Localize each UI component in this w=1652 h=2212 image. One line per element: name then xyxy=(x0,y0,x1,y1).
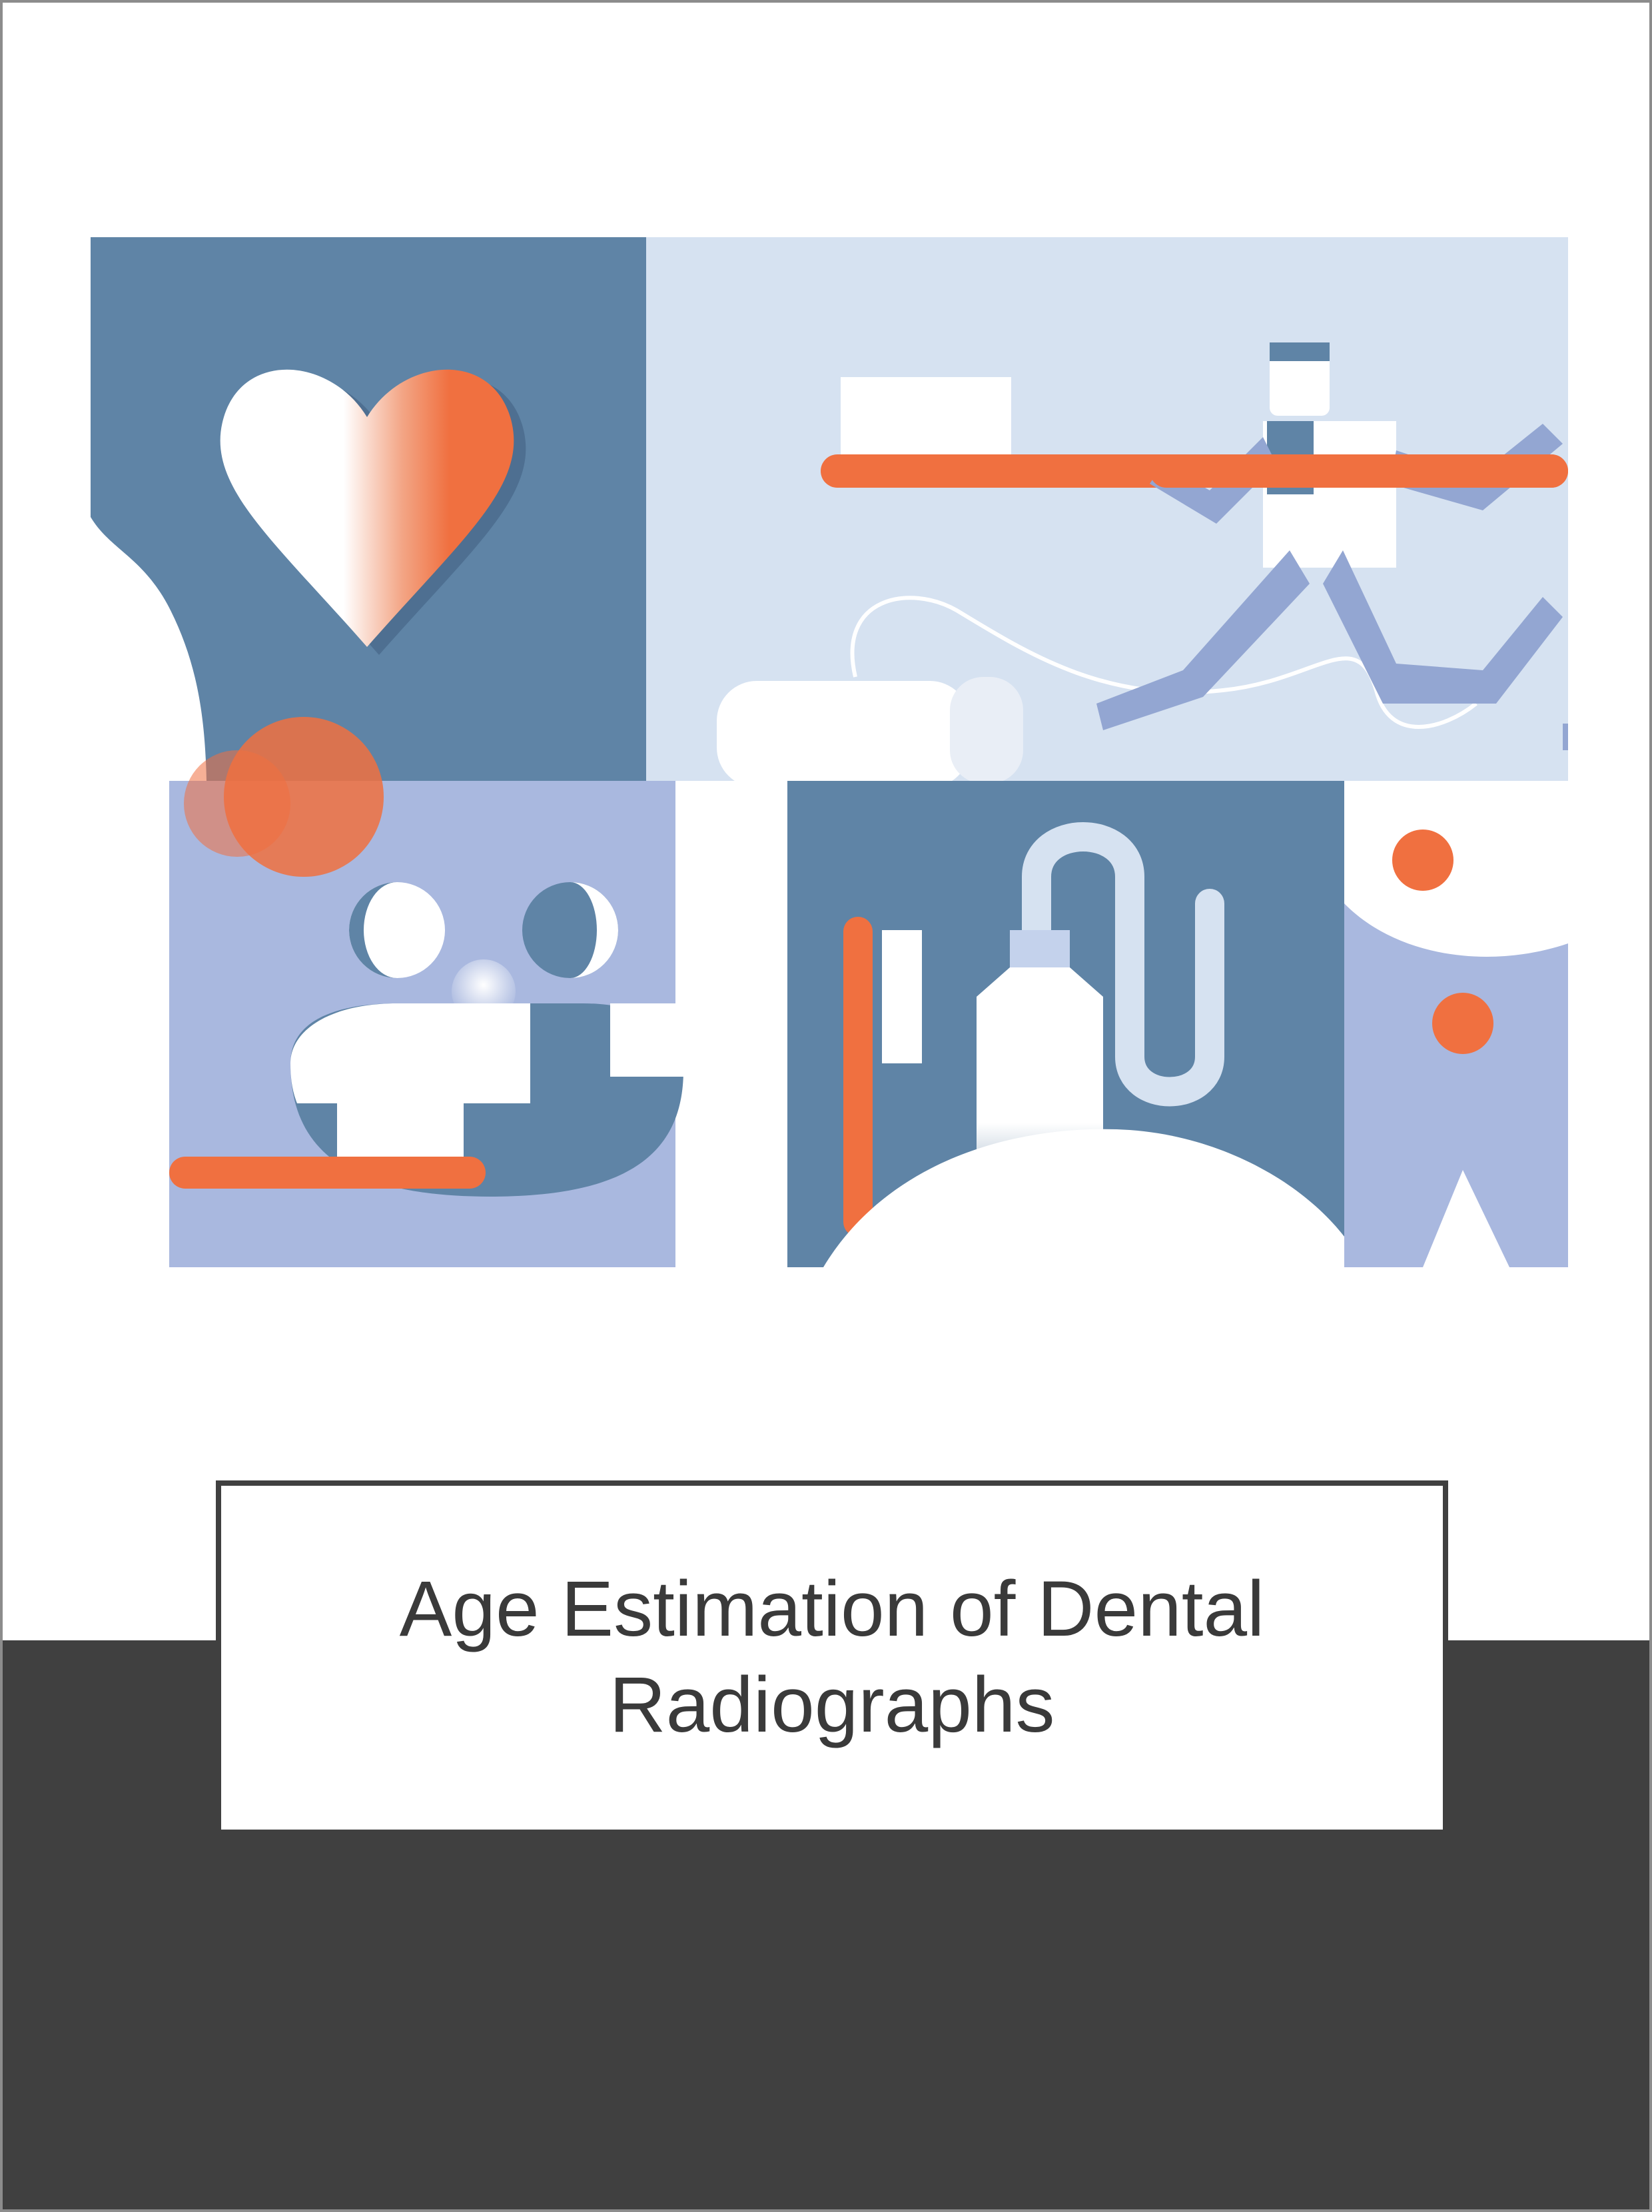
tooth-panel xyxy=(1344,781,1568,1267)
dental-illustration xyxy=(91,237,1568,1267)
cover-title: Age Estimation of Dental Radiographs xyxy=(399,1565,1265,1749)
toothpaste-panel xyxy=(787,781,1344,1267)
title-box: Age Estimation of Dental Radiographs xyxy=(216,1480,1448,1835)
heart-panel xyxy=(91,237,646,781)
tooth-face-panel xyxy=(169,717,818,1267)
cover-page: Age Estimation of Dental Radiographs xyxy=(0,0,1652,2212)
running-panel xyxy=(646,237,1568,788)
